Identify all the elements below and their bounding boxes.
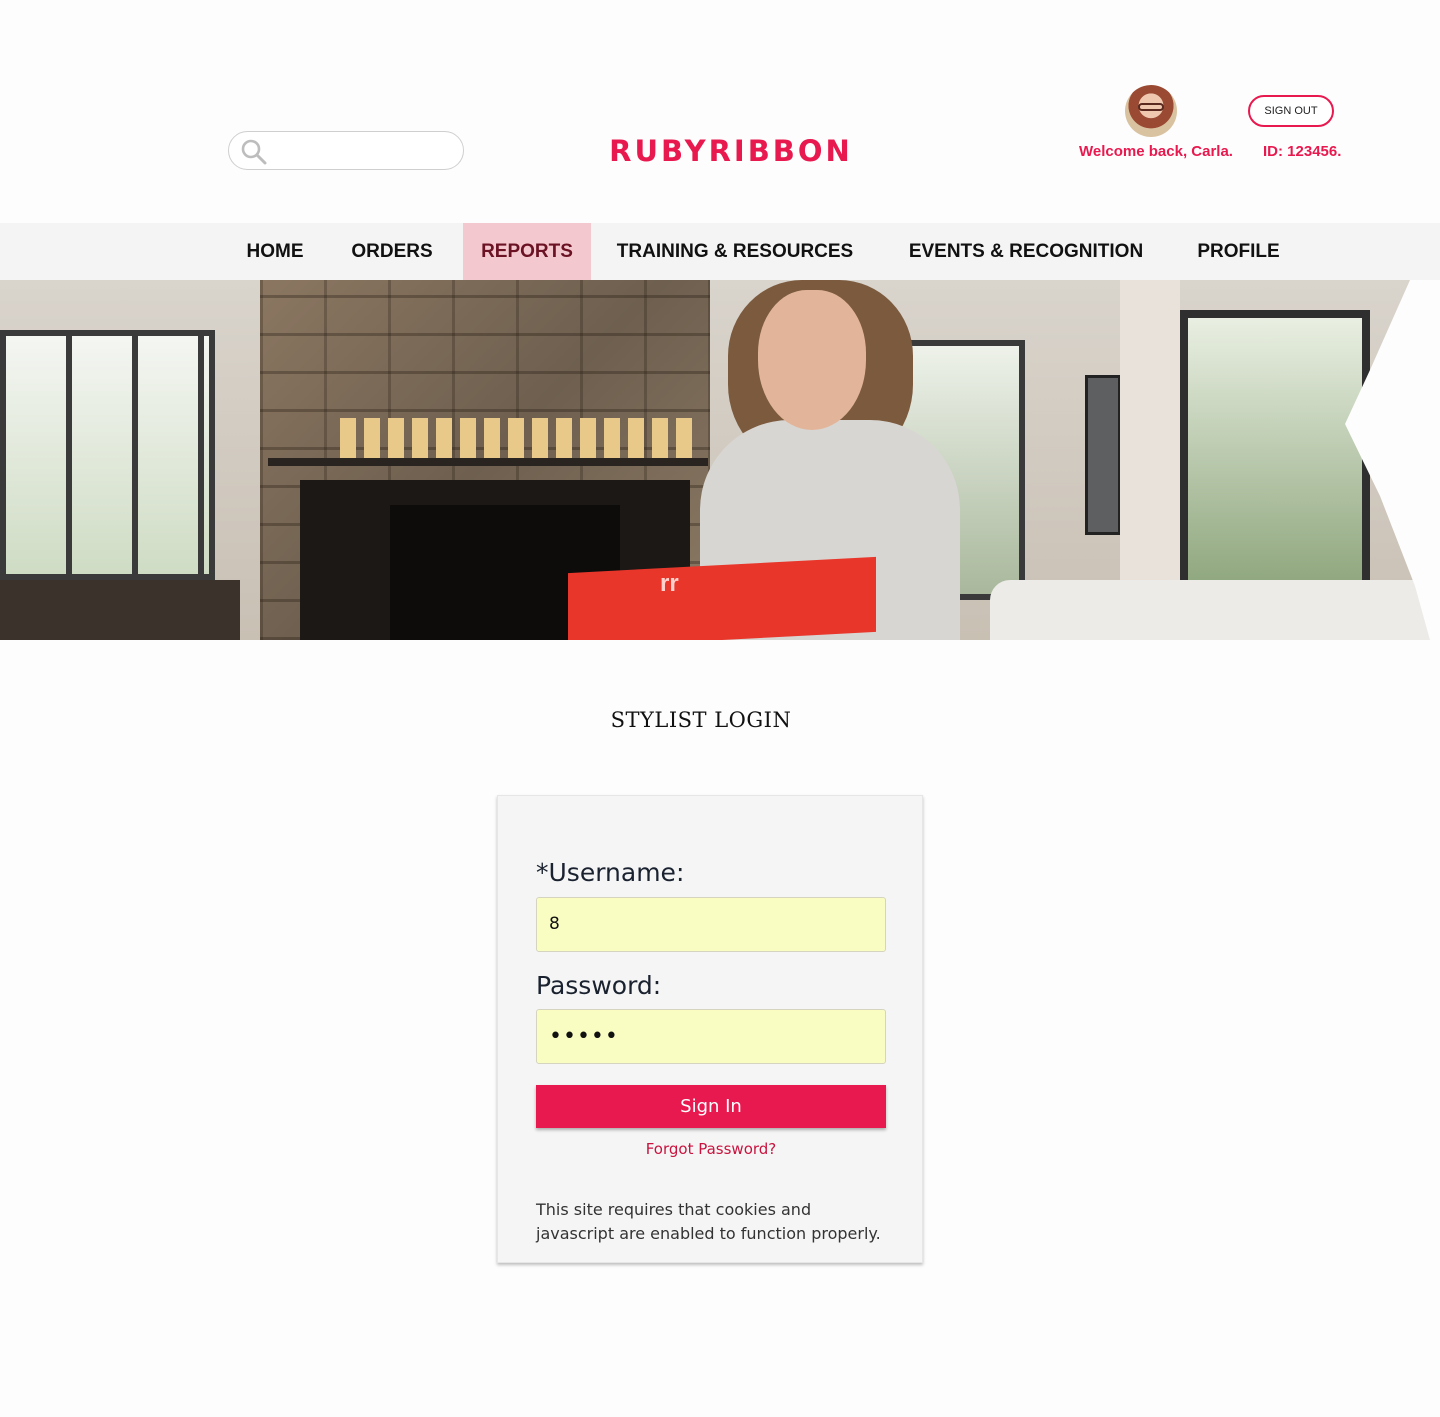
password-field[interactable]: ••••• [536,1009,886,1064]
nav-item-events-recognition[interactable]: EVENTS & RECOGNITION [897,223,1155,280]
search-icon [241,139,267,165]
nav-item-orders[interactable]: ORDERS [338,223,446,280]
avatar[interactable] [1125,85,1177,137]
nav-item-reports[interactable]: REPORTS [463,223,591,280]
forgot-password-link[interactable]: Forgot Password? [536,1140,886,1158]
nav-item-profile[interactable]: PROFILE [1186,223,1291,280]
cookies-notice: This site requires that cookies and java… [536,1200,881,1243]
brand-logo[interactable]: RUBYRIBBON [600,134,862,168]
hero-banner-image: rr [0,280,1440,640]
nav-item-home[interactable]: HOME [230,223,320,280]
login-card: *Username: 8 Password: ••••• Sign In For… [497,795,923,1263]
user-id-text: ID: 123456. [1263,143,1342,160]
username-field[interactable]: 8 [536,897,886,952]
sign-in-button[interactable]: Sign In [536,1085,886,1128]
main-nav: HOME ORDERS REPORTS TRAINING & RESOURCES… [0,223,1440,280]
sign-out-button[interactable]: SIGN OUT [1248,95,1334,127]
welcome-text: Welcome back, Carla. [1079,143,1233,160]
search-input[interactable] [228,131,464,170]
box-logo: rr [660,570,679,597]
password-label: Password: [536,971,662,1000]
username-label: *Username: [536,858,685,887]
nav-item-training-resources[interactable]: TRAINING & RESOURCES [606,223,864,280]
page-title: STYLIST LOGIN [610,708,792,732]
